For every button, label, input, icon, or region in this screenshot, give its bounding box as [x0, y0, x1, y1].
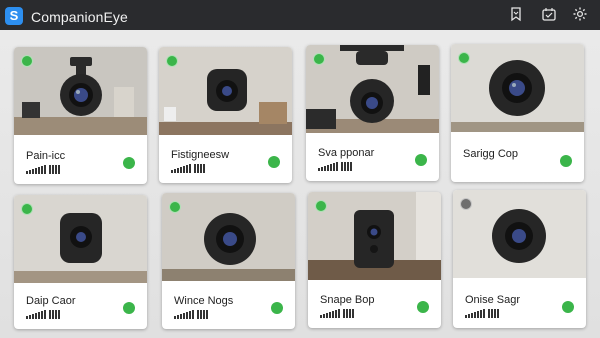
status-dot: [271, 302, 283, 314]
signal-strength-icon: [465, 309, 499, 318]
camera-card[interactable]: Daip Caor: [14, 195, 147, 329]
camera-card[interactable]: Onise Sagr: [453, 190, 586, 328]
online-indicator: [315, 200, 327, 212]
camera-card[interactable]: Wince Nogs: [162, 193, 295, 329]
online-indicator: [313, 53, 325, 65]
camera-thumbnail[interactable]: [14, 47, 147, 135]
camera-name: Pain-icc: [26, 150, 66, 162]
status-dot: [123, 302, 135, 314]
online-indicator: [166, 55, 178, 67]
status-dot: [417, 301, 429, 313]
status-dot: [560, 155, 572, 167]
camera-thumbnail[interactable]: [306, 45, 439, 133]
camera-card[interactable]: Pain-icc: [14, 47, 147, 184]
camera-name: Onise Sagr: [465, 294, 521, 306]
online-indicator: [21, 55, 33, 67]
status-dot: [268, 156, 280, 168]
camera-card[interactable]: Sarigg Cop: [451, 44, 584, 182]
camera-thumbnail[interactable]: [308, 192, 441, 280]
camera-thumbnail[interactable]: [162, 193, 295, 281]
calendar-icon[interactable]: [541, 6, 557, 22]
signal-strength-icon: [318, 162, 352, 171]
signal-strength-icon: [26, 310, 60, 319]
status-dot: [415, 154, 427, 166]
signal-strength-icon: [320, 309, 354, 318]
bookmark-icon[interactable]: [508, 6, 524, 22]
online-indicator: [21, 203, 33, 215]
camera-name: Wince Nogs: [174, 295, 234, 307]
camera-name: Snape Bop: [320, 294, 375, 306]
status-indicator: [460, 198, 472, 210]
camera-name: Sarigg Cop: [463, 148, 519, 160]
camera-thumbnail[interactable]: [451, 44, 584, 132]
online-indicator: [169, 201, 181, 213]
camera-thumbnail[interactable]: [14, 195, 147, 283]
camera-name: Sva pponar: [318, 147, 375, 159]
camera-card[interactable]: Fistigneesw: [159, 47, 292, 183]
signal-strength-icon: [171, 164, 205, 173]
app-title: CompanionEye: [31, 9, 128, 25]
signal-strength-icon: [26, 165, 60, 174]
online-indicator: [458, 52, 470, 64]
camera-grid: Pain-icc Fistigneesw Sva pponar Sarigg C…: [0, 30, 600, 338]
app-logo: S: [5, 7, 23, 25]
status-dot: [123, 157, 135, 169]
app-header: S CompanionEye: [0, 0, 600, 30]
camera-name: Daip Caor: [26, 295, 76, 307]
camera-thumbnail[interactable]: [453, 190, 586, 278]
camera-card[interactable]: Sva pponar: [306, 45, 439, 181]
camera-name: Fistigneesw: [171, 149, 230, 161]
signal-strength-icon: [174, 310, 208, 319]
status-dot: [562, 301, 574, 313]
gear-icon[interactable]: [572, 6, 588, 22]
camera-thumbnail[interactable]: [159, 47, 292, 135]
camera-card[interactable]: Snape Bop: [308, 192, 441, 328]
